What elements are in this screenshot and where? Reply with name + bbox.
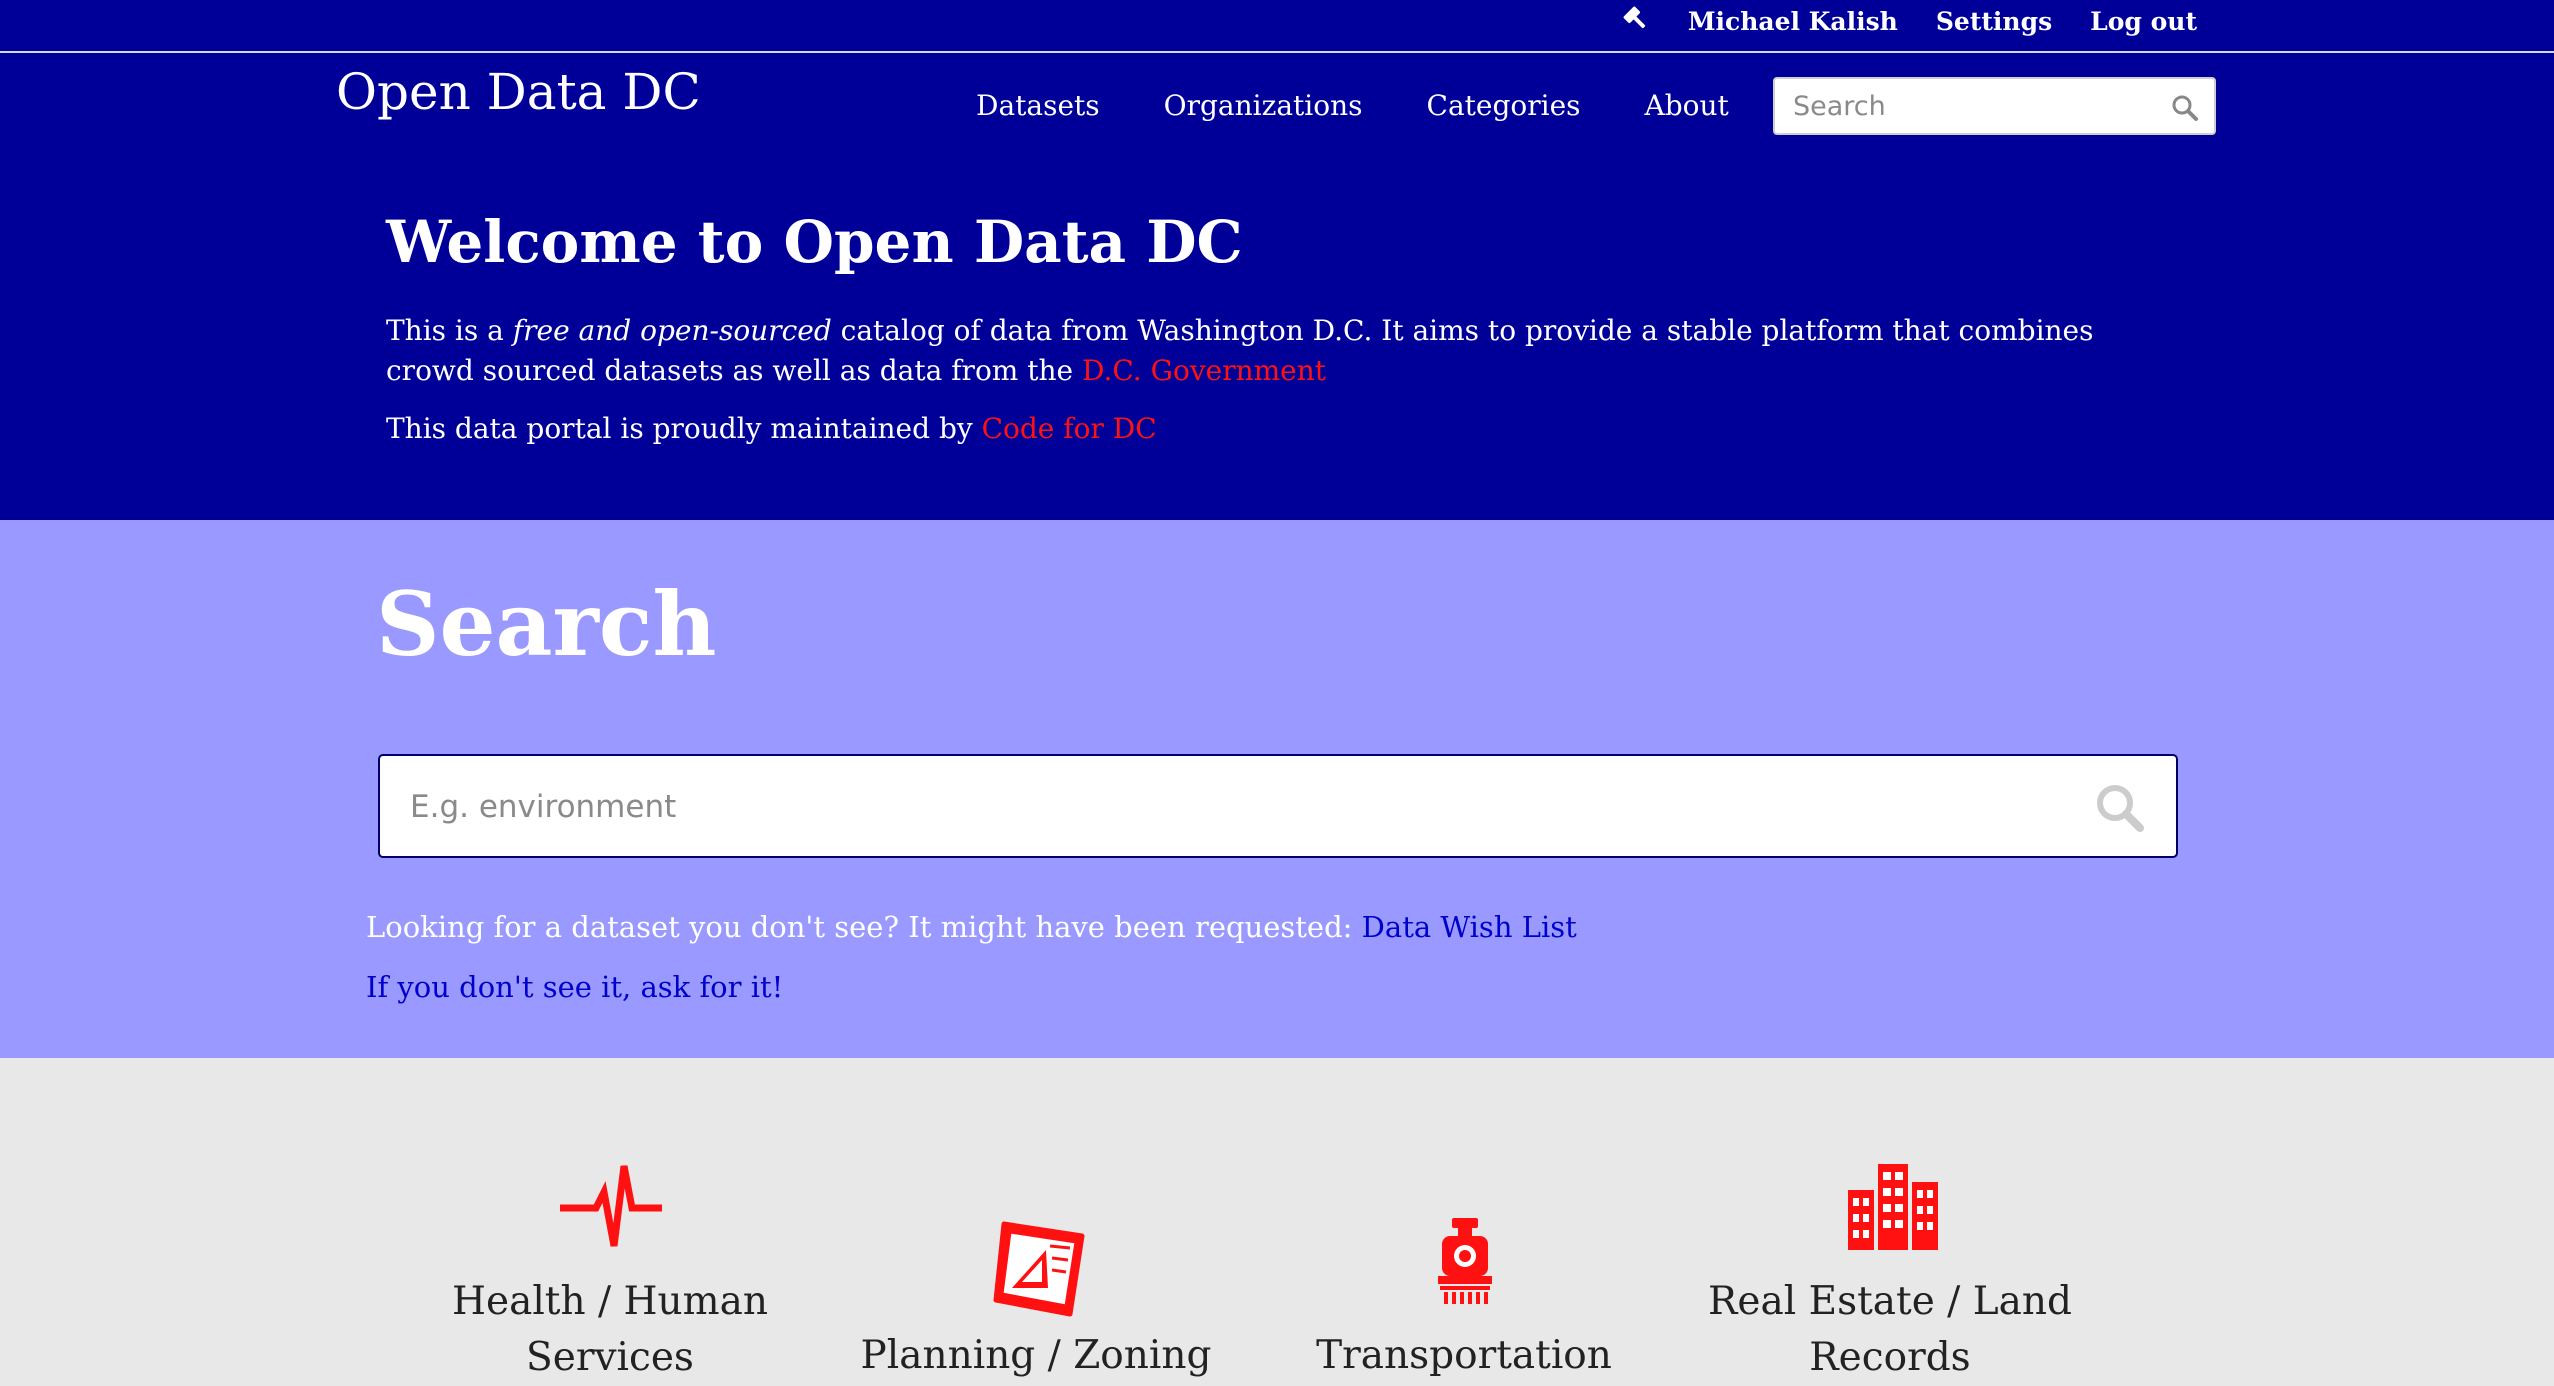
search-section: Search Looking for a dataset you don't s… bbox=[0, 520, 2554, 1058]
wish-list-prompt: Looking for a dataset you don't see? It … bbox=[366, 910, 1577, 944]
welcome-intro: This is a free and open-sourced catalog … bbox=[386, 311, 2186, 391]
welcome-section: Welcome to Open Data DC This is a free a… bbox=[386, 213, 2186, 449]
search-icon[interactable] bbox=[2170, 93, 2200, 123]
maintained-text: This data portal is proudly maintained b… bbox=[386, 412, 982, 445]
nav-organizations[interactable]: Organizations bbox=[1164, 89, 1363, 122]
intro-emphasis: free and open-sourced bbox=[512, 314, 832, 347]
ask-for-dataset-link[interactable]: If you don't see it, ask for it! bbox=[366, 970, 783, 1004]
dataset-search bbox=[378, 754, 2178, 858]
admin-link[interactable] bbox=[1620, 3, 1650, 39]
wish-list-text: Looking for a dataset you don't see? It … bbox=[366, 910, 1362, 944]
user-profile-link[interactable]: Michael Kalish bbox=[1688, 7, 1898, 36]
header-search-input[interactable] bbox=[1775, 89, 2155, 123]
logout-link[interactable]: Log out bbox=[2090, 7, 2197, 36]
maintained-by: This data portal is proudly maintained b… bbox=[386, 409, 2186, 449]
nav-about[interactable]: About bbox=[1645, 89, 1729, 122]
main-nav: Datasets Organizations Categories About bbox=[976, 89, 1729, 122]
gavel-icon bbox=[1623, 6, 1646, 29]
category-label: Real Estate / Land Records bbox=[1708, 1279, 2072, 1380]
dc-government-link[interactable]: D.C. Government bbox=[1082, 354, 1326, 387]
pulse-icon bbox=[560, 1165, 662, 1247]
blueprint-icon bbox=[993, 1221, 1085, 1317]
buildings-icon bbox=[1848, 1164, 1938, 1250]
intro-text-start: This is a bbox=[386, 314, 513, 347]
category-label: Planning / Zoning bbox=[860, 1333, 1212, 1378]
train-icon bbox=[1438, 1218, 1492, 1304]
nav-categories[interactable]: Categories bbox=[1427, 89, 1581, 122]
header-search bbox=[1773, 77, 2216, 135]
code-for-dc-link[interactable]: Code for DC bbox=[982, 412, 1157, 445]
data-wish-list-link[interactable]: Data Wish List bbox=[1362, 910, 1577, 944]
category-label: Transportation bbox=[1316, 1333, 1612, 1378]
masthead: Open Data DC Datasets Organizations Cate… bbox=[0, 53, 2554, 520]
search-icon[interactable] bbox=[2094, 782, 2146, 834]
category-label: Health / Human Services bbox=[451, 1279, 769, 1380]
welcome-heading: Welcome to Open Data DC bbox=[386, 208, 1243, 276]
account-bar: Michael Kalish Settings Log out bbox=[0, 0, 2554, 53]
account-links: Michael Kalish Settings Log out bbox=[1620, 0, 2197, 42]
site-title[interactable]: Open Data DC bbox=[336, 63, 701, 121]
categories-section: Health / Human Services Planning / Zonin… bbox=[0, 1058, 2554, 1380]
search-heading: Search bbox=[376, 572, 717, 676]
dataset-search-input[interactable] bbox=[408, 756, 2062, 858]
settings-link[interactable]: Settings bbox=[1936, 7, 2052, 36]
nav-datasets[interactable]: Datasets bbox=[976, 89, 1100, 122]
